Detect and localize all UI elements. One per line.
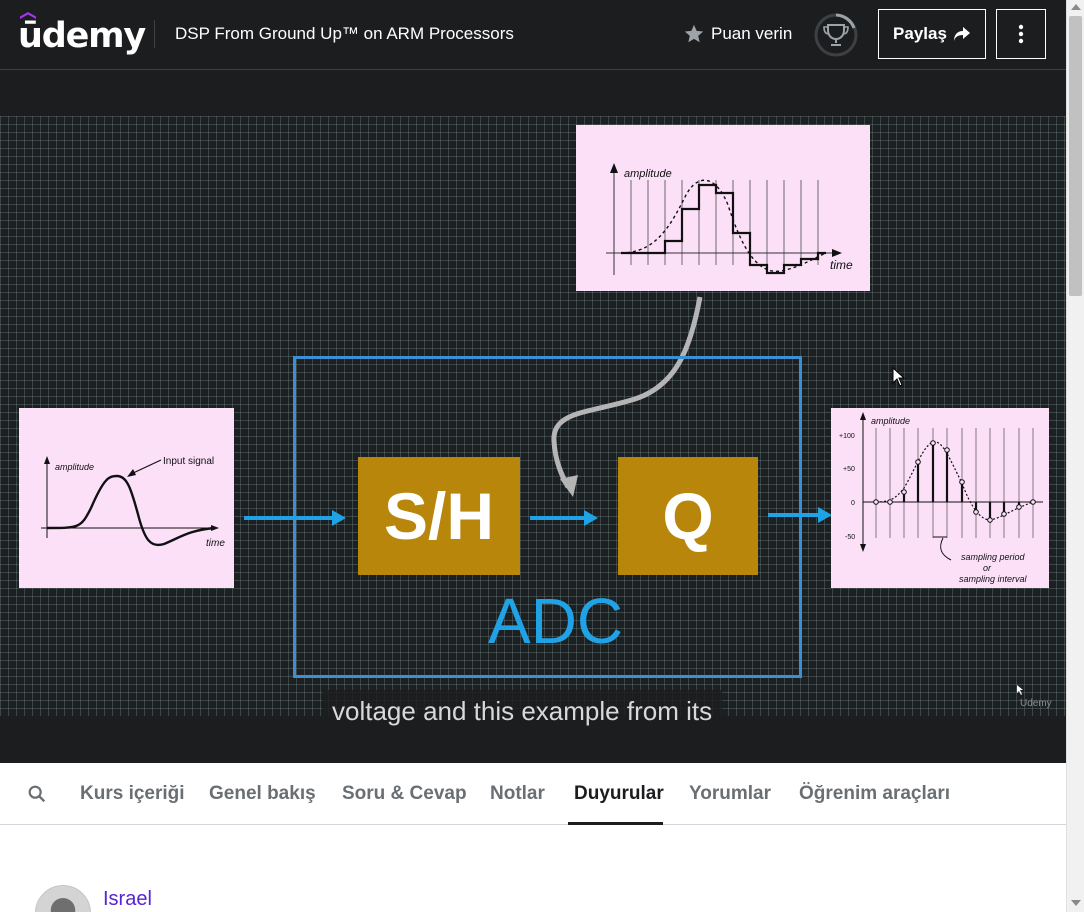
sample-tick-50: +50 (843, 466, 855, 473)
scroll-up-arrow-icon[interactable] (1071, 4, 1081, 10)
app-root: ūdemy DSP From Ground Up™ on ARM Process… (0, 0, 1084, 912)
course-title[interactable]: DSP From Ground Up™ on ARM Processors (175, 24, 514, 44)
progress-trophy-icon[interactable] (813, 12, 859, 58)
sample-ylabel: amplitude (871, 416, 910, 426)
tab-reviews[interactable]: Yorumlar (689, 783, 771, 805)
signal-flow-arrows (244, 507, 832, 526)
share-button[interactable]: Paylaş (878, 9, 986, 59)
video-player[interactable]: amplitude time S/H Q ADC amplitude Input… (0, 70, 1066, 763)
adc-label: ADC (488, 585, 624, 657)
scrollbar-thumb[interactable] (1069, 16, 1082, 296)
input-xlabel: time (206, 538, 225, 549)
tab-overview[interactable]: Genel bakış (209, 783, 316, 805)
announcement-author[interactable]: Israel (103, 888, 152, 911)
udemy-logo[interactable]: ūdemy (18, 12, 146, 58)
scroll-down-arrow-icon[interactable] (1071, 900, 1081, 906)
sampled-signal-graph: amplitude +100 +50 0 -50 sampling period… (839, 412, 1043, 584)
sample-tick-100: +100 (839, 433, 855, 440)
course-header: ūdemy DSP From Ground Up™ on ARM Process… (0, 0, 1066, 70)
share-label: Paylaş (893, 24, 947, 43)
input-ylabel: amplitude (55, 462, 94, 472)
rate-course-button[interactable]: Puan verin (683, 20, 792, 48)
share-arrow-icon (953, 27, 970, 41)
mouse-cursor-icon (892, 367, 906, 387)
tab-notes[interactable]: Notlar (490, 783, 545, 805)
input-annotation: Input signal (163, 456, 214, 467)
more-options-button[interactable] (996, 9, 1046, 59)
sample-annotation-line1: sampling period (961, 552, 1026, 562)
lecture-slide: amplitude time S/H Q ADC amplitude Input… (0, 116, 1066, 716)
tab-announcements[interactable]: Duyurular (574, 783, 664, 805)
sample-annotation-line2: or (983, 563, 992, 573)
tab-learning-tools[interactable]: Öğrenim araçları (799, 783, 950, 805)
search-icon[interactable] (26, 783, 48, 805)
star-icon (684, 24, 704, 43)
tab-course-content[interactable]: Kurs içeriği (80, 783, 185, 805)
rate-course-label: Puan verin (711, 24, 793, 43)
avatar[interactable] (35, 885, 91, 912)
course-tabs: Kurs içeriği Genel bakış Soru & Cevap No… (0, 763, 1066, 825)
sample-tick-neg50: -50 (845, 534, 855, 541)
input-signal-graph: amplitude Input signal time (41, 456, 225, 549)
tab-qa[interactable]: Soru & Cevap (342, 783, 467, 805)
logo-text: ūdemy (18, 16, 146, 56)
udemy-watermark: Udemy (1020, 698, 1052, 709)
sample-tick-0: 0 (851, 500, 855, 507)
sampled-signal-panel: amplitude +100 +50 0 -50 sampling period… (831, 408, 1049, 588)
quantized-signal-panel: amplitude time (576, 125, 870, 291)
announcements-panel: Israel (0, 825, 1066, 912)
page-scrollbar[interactable] (1066, 0, 1084, 912)
quant-ylabel: amplitude (624, 168, 672, 180)
subtitle-caption: voltage and this example from its (322, 690, 723, 732)
sample-annotation-line3: sampling interval (959, 574, 1028, 584)
quant-xlabel: time (830, 258, 853, 272)
quantized-signal-graph: amplitude time (606, 163, 853, 275)
vertical-ellipsis-icon (1018, 24, 1024, 44)
input-signal-panel: amplitude Input signal time (19, 408, 234, 588)
small-cursor-icon (1017, 685, 1023, 695)
header-divider (154, 20, 155, 48)
